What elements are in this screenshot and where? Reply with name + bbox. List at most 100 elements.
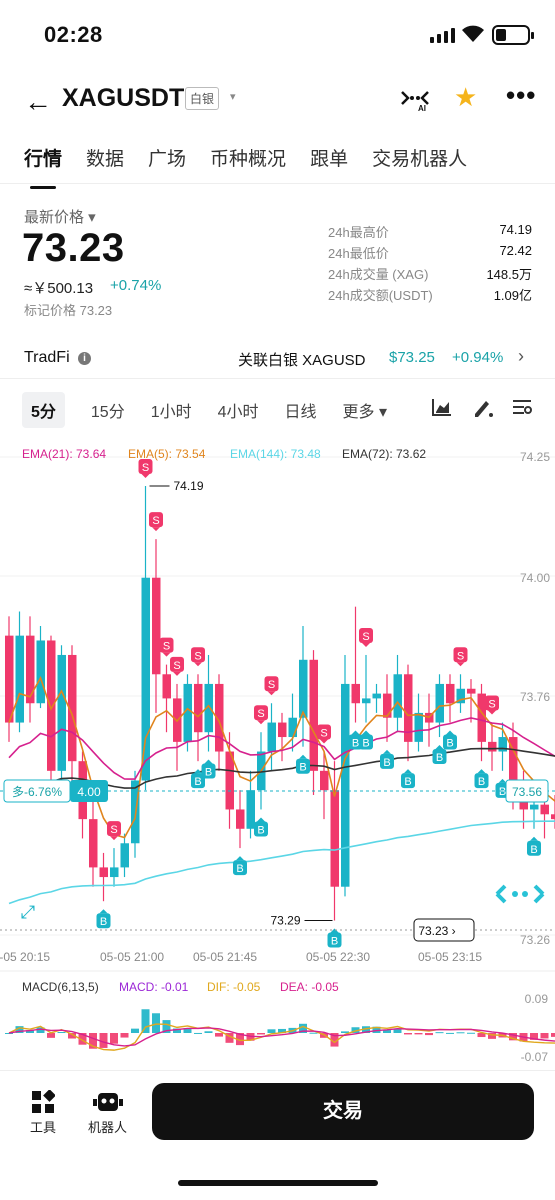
current-price-label: 73.23 › [418,924,455,938]
ema-legend: EMA(21): 73.64 [22,447,106,461]
candle-body [99,867,108,878]
back-arrow-icon[interactable]: ← [24,86,52,118]
position-value-label: 4.00 [77,785,101,799]
sell-marker-arrow [257,720,265,725]
macd-bar [131,1028,139,1033]
buy-marker-arrow [257,817,265,822]
candle-body [278,722,287,738]
candle-body [236,809,245,829]
tab-trading-bot[interactable]: 交易机器人 [372,144,467,171]
macd-bar [540,1033,549,1039]
right-price-label: 73.56 [512,785,542,799]
stat-row: 24h成交额(USDT) 1.09亿 [328,285,532,306]
sell-marker-arrow [152,527,160,532]
trade-button[interactable]: 交易 [152,1083,534,1140]
sell-marker-label: S [362,631,369,643]
draw-tool-icon[interactable] [472,398,494,423]
tab-data[interactable]: 数据 [86,144,124,171]
x-tick: 05-05 21:00 [100,950,164,964]
candle-body [15,635,24,723]
favorite-star-icon[interactable]: ★ [454,82,477,113]
candle-body [299,659,308,718]
buy-marker-arrow [383,749,391,754]
cny-price: ≈￥500.13 [24,280,94,297]
sell-marker-label: S [488,699,495,711]
candle-body [110,867,119,878]
main-tabs: 行情 数据 广场 币种概况 跟单 交易机器人 [24,144,467,189]
sell-marker-label: S [173,660,180,672]
buy-marker-arrow [204,759,213,764]
chart-type-icon[interactable] [432,398,452,421]
tools-button[interactable]: 工具 [30,1089,56,1136]
tab-square[interactable]: 广场 [148,144,186,171]
candle-body [5,635,14,723]
buy-marker-arrow [477,769,486,774]
candle-body [194,683,203,733]
pair-dropdown-icon[interactable]: ▾ [230,90,236,103]
buy-marker-label: B [100,916,107,928]
chevron-right-icon[interactable]: › [518,346,524,367]
stat-label: 24h最低价 [328,246,389,261]
divider [0,1070,555,1071]
latest-price: 73.23 [22,226,125,270]
macd-bar [110,1033,118,1044]
candle-body [36,640,45,704]
tab-copy-trade[interactable]: 跟单 [310,144,348,171]
buy-marker-arrow [99,909,108,914]
y-tick: 74.25 [520,450,550,464]
chart-settings-icon[interactable] [512,398,532,421]
macd-legend: DIF: -0.05 [207,980,261,994]
stat-value: 72.42 [499,243,532,258]
macd-bar [215,1033,223,1037]
kline-chart[interactable]: EMA(21): 73.64 EMA(5): 73.54 EMA(144): 73.… [0,440,555,1070]
linked-asset[interactable]: 关联白银 XAGUSD [238,349,366,370]
macd-tick: 0.09 [525,992,549,1006]
macd-bar [267,1029,276,1033]
pair-title[interactable]: XAGUSDT [62,84,184,113]
sell-marker-label: S [152,515,159,527]
macd-bar [204,1031,213,1033]
latest-price-label[interactable]: 最新价格 ▾ [24,206,96,227]
ema-legend: EMA(144): 73.48 [230,447,321,461]
status-time: 02:28 [44,22,103,47]
sell-marker-arrow [162,652,171,657]
expand-icon: ⤢ [21,902,36,922]
buy-marker-label: B [404,776,411,788]
stat-label: 24h成交量 (XAG) [328,267,429,282]
candle-body [446,683,455,704]
candle-body [341,683,350,887]
candle-body [351,683,360,704]
candle-body [467,688,476,694]
buy-marker-label: B [236,863,243,875]
buy-marker-label: B [478,776,485,788]
buy-marker-label: B [436,752,443,764]
ai-assistant-icon[interactable]: AI [400,88,430,113]
tab-coin-overview[interactable]: 币种概况 [210,144,286,171]
more-menu-icon[interactable]: ••• [506,80,536,111]
interval-1h[interactable]: 1小时 [151,398,192,422]
macd-bar [141,1009,150,1033]
robot-icon [92,1093,123,1111]
interval-4h[interactable]: 4小时 [218,398,259,422]
candle-body [530,804,539,810]
y-tick: 73.76 [520,690,550,704]
info-icon[interactable]: i [78,352,91,365]
candle-body [246,790,255,829]
home-indicator[interactable] [178,1180,378,1186]
robot-button[interactable]: 机器人 [88,1090,127,1136]
interval-15m[interactable]: 15分 [91,398,125,422]
sell-marker-arrow [267,691,276,696]
candle-body [330,790,339,887]
macd-legend: MACD: -0.01 [119,980,189,994]
interval-5m[interactable]: 5分 [22,392,65,428]
interval-more[interactable]: 更多 ▾ [343,398,387,422]
sell-marker-label: S [110,824,117,836]
sell-marker-label: S [320,728,327,740]
buy-marker-label: B [352,738,359,750]
tab-market[interactable]: 行情 [24,144,62,189]
candle-body [362,698,371,704]
interval-1d[interactable]: 日线 [285,398,317,422]
buy-marker-label: B [383,757,390,769]
signal-icon [430,28,455,43]
ai-label: AI [418,104,426,113]
